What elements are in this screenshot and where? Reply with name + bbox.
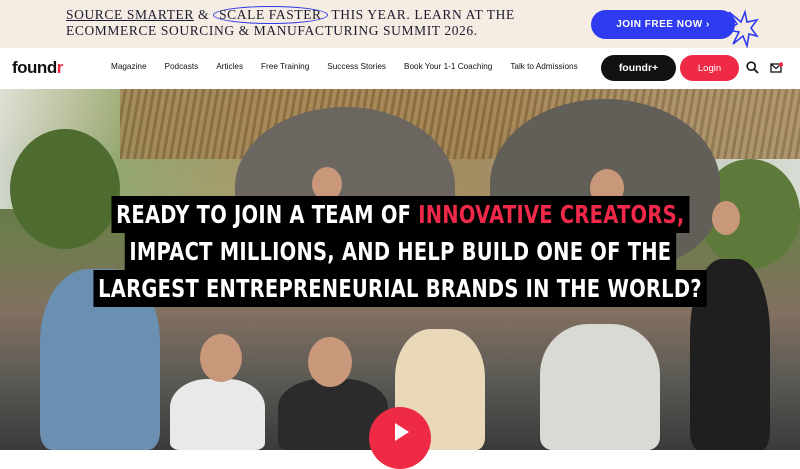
logo-text: found — [12, 58, 57, 77]
nav-link-success-stories[interactable]: Success Stories — [327, 62, 386, 71]
burst-icon — [724, 9, 759, 48]
nav-link-free-training[interactable]: Free Training — [261, 62, 309, 71]
nav-links: Magazine Podcasts Articles Free Training… — [111, 62, 596, 71]
nav-link-articles[interactable]: Articles — [216, 62, 243, 71]
logo-accent: r — [56, 58, 64, 77]
promo-source-smarter: SOURCE SMARTER — [66, 7, 194, 22]
nav-link-coaching[interactable]: Book Your 1-1 Coaching — [404, 62, 492, 71]
promo-text: SOURCE SMARTER & SCALE FASTER THIS YEAR.… — [66, 6, 515, 39]
login-button[interactable]: Login — [680, 55, 739, 81]
headline-line-1-text: READY TO JOIN A TEAM OF — [115, 200, 418, 229]
hero-headline: READY TO JOIN A TEAM OF INNOVATIVE CREAT… — [0, 196, 800, 307]
promo-amp: & — [194, 7, 214, 22]
mail-icon[interactable] — [770, 62, 783, 73]
headline-highlight: INNOVATIVE CREATORS, — [417, 200, 685, 229]
headline-line-3: LARGEST ENTREPRENEURIAL BRANDS IN THE WO… — [93, 270, 707, 307]
play-icon[interactable] — [369, 407, 431, 469]
headline-line-1: READY TO JOIN A TEAM OF INNOVATIVE CREAT… — [111, 196, 689, 233]
promo-scale-faster: SCALE FASTER — [213, 6, 328, 24]
nav-link-magazine[interactable]: Magazine — [111, 62, 147, 71]
promo-line2: ECOMMERCE SOURCING & MANUFACTURING SUMMI… — [66, 23, 478, 38]
main-nav: foundr Magazine Podcasts Articles Free T… — [0, 48, 800, 90]
hero-face — [308, 337, 352, 387]
join-free-button[interactable]: JOIN FREE NOW › — [591, 10, 735, 39]
headline-line-2: IMPACT MILLIONS, AND HELP BUILD ONE OF T… — [124, 233, 676, 270]
foundr-logo[interactable]: foundr — [12, 58, 63, 78]
nav-link-admissions[interactable]: Talk to Admissions — [510, 62, 577, 71]
nav-link-podcasts[interactable]: Podcasts — [165, 62, 199, 71]
promo-text-rest: THIS YEAR. LEARN AT THE — [327, 7, 515, 22]
hero-person — [170, 379, 265, 450]
hero-face — [200, 334, 242, 382]
search-icon[interactable] — [746, 61, 759, 74]
hero-person — [540, 324, 660, 450]
hero-section: READY TO JOIN A TEAM OF INNOVATIVE CREAT… — [0, 89, 800, 450]
foundr-plus-button[interactable]: foundr+ — [601, 55, 676, 81]
promo-banner: SOURCE SMARTER & SCALE FASTER THIS YEAR.… — [0, 0, 800, 48]
